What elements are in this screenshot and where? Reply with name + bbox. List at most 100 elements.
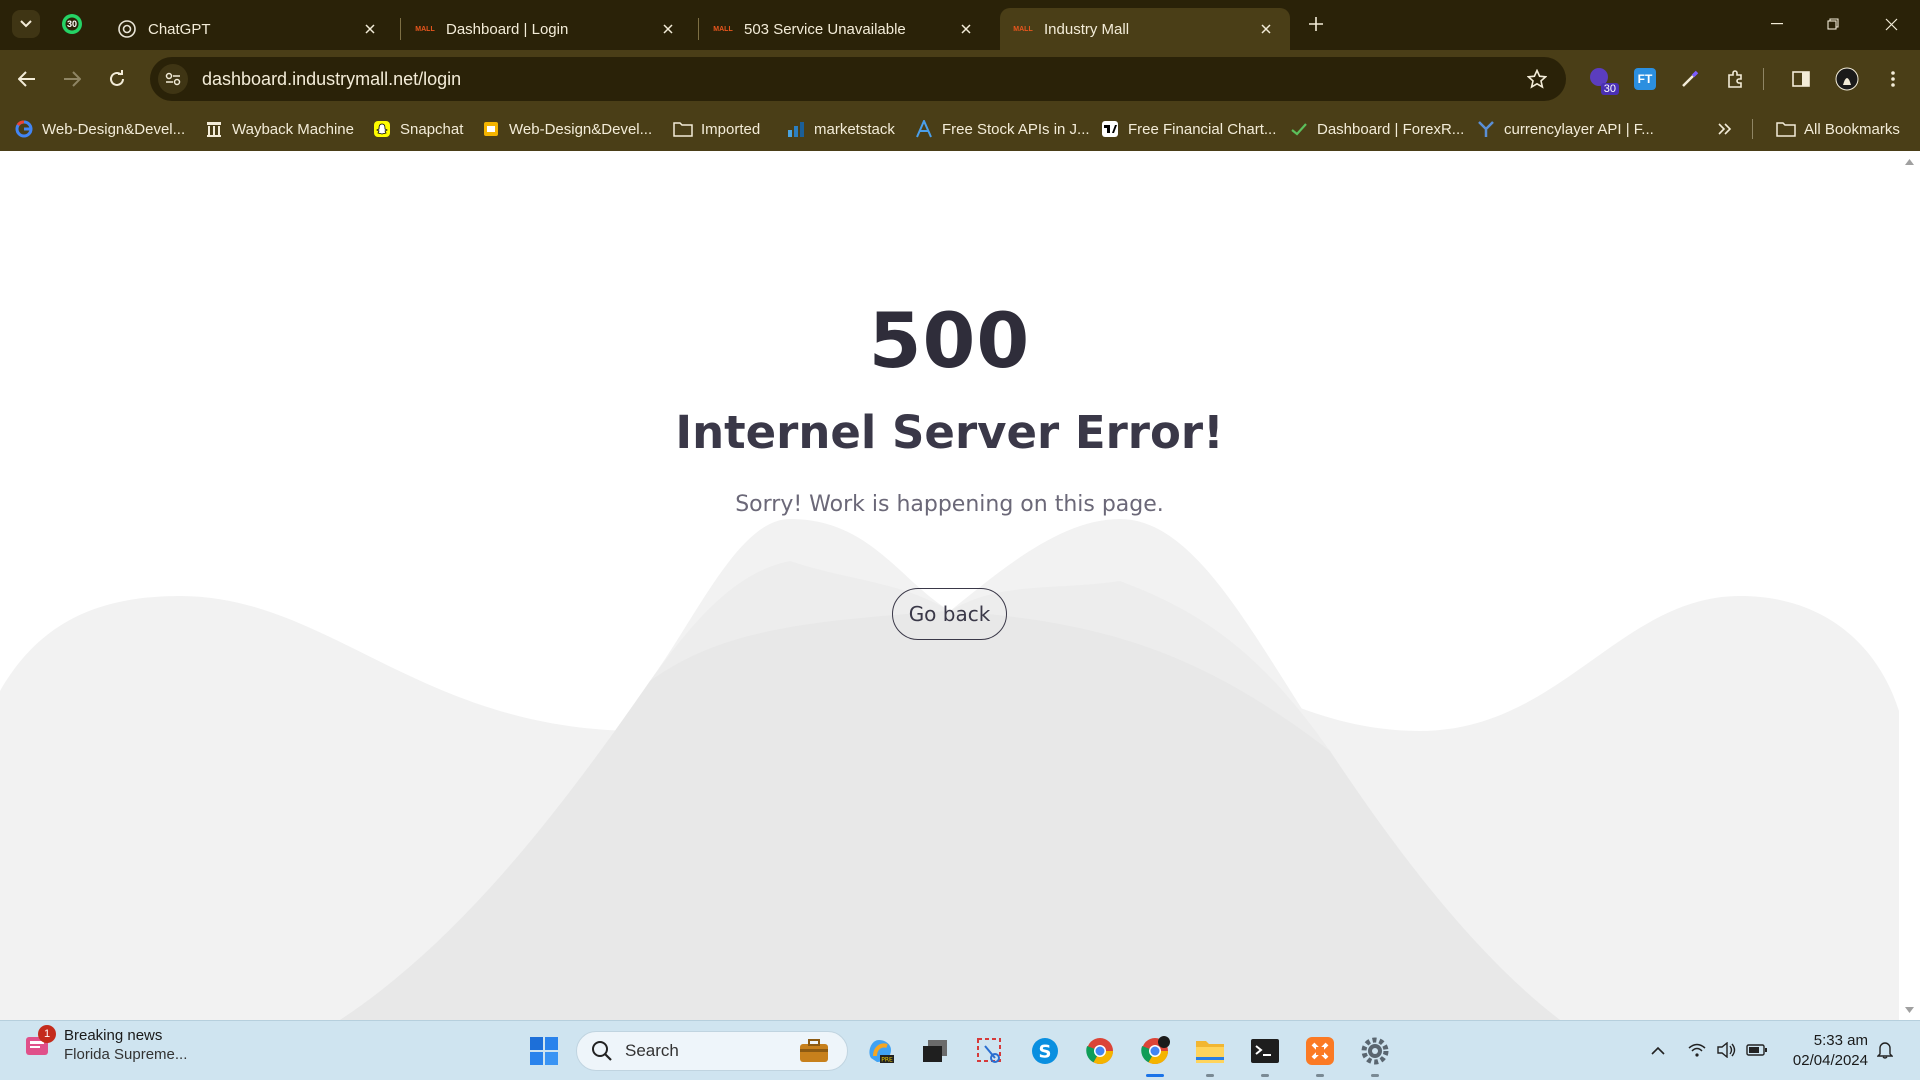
bookmark-item[interactable]: Dashboard | ForexR... xyxy=(1289,117,1464,141)
chrome-menu-button[interactable] xyxy=(1877,63,1909,95)
double-chevron-right-icon xyxy=(1718,123,1732,135)
pinned-tab-whatsapp[interactable]: 30 xyxy=(60,12,84,36)
bookmark-label: Wayback Machine xyxy=(232,120,354,138)
bell-icon xyxy=(1877,1042,1893,1059)
close-icon[interactable] xyxy=(360,19,380,39)
task-view-button[interactable] xyxy=(917,1033,953,1069)
battery-icon xyxy=(1746,1044,1767,1056)
time-text: 5:33 am xyxy=(1813,1032,1868,1049)
side-panel-button[interactable] xyxy=(1785,63,1817,95)
tab-title: Dashboard | Login xyxy=(446,20,569,38)
marketstack-icon xyxy=(786,119,806,139)
xampp-button[interactable] xyxy=(1302,1033,1338,1069)
bookmark-item[interactable]: Wayback Machine xyxy=(204,117,354,141)
news-icon: 1 xyxy=(22,1025,56,1061)
toolbar-divider xyxy=(1763,68,1764,90)
bookmark-item[interactable]: marketstack xyxy=(786,117,895,141)
url-text[interactable]: dashboard.industrymall.net/login xyxy=(202,69,1522,90)
tab-industry-mall[interactable]: MALL Industry Mall xyxy=(1000,8,1290,50)
bookmark-item[interactable]: Web-Design&Devel... xyxy=(14,117,185,141)
speaker-icon xyxy=(1717,1042,1736,1058)
chevron-down-icon xyxy=(20,20,32,28)
puzzle-icon xyxy=(1728,70,1742,88)
back-button[interactable] xyxy=(12,64,42,94)
go-back-button[interactable]: Go back xyxy=(892,588,1007,640)
svg-text:PRE: PRE xyxy=(881,1057,893,1064)
show-hidden-icons-button[interactable] xyxy=(1644,1035,1672,1065)
copilot-button[interactable]: PRE xyxy=(862,1033,898,1069)
toolbar: dashboard.industrymall.net/login 30 FT xyxy=(0,50,1920,107)
tab-title: Industry Mall xyxy=(1044,20,1130,38)
extensions-button[interactable] xyxy=(1720,63,1752,95)
snapchat-icon xyxy=(372,119,392,139)
all-bookmarks-button[interactable]: All Bookmarks xyxy=(1776,117,1900,141)
settings-button[interactable] xyxy=(1357,1033,1393,1069)
bookmark-label: Snapchat xyxy=(400,120,464,138)
bookmark-label: Imported xyxy=(701,120,761,138)
news-subtitle: Florida Supreme... xyxy=(64,1046,188,1063)
start-button[interactable] xyxy=(526,1033,562,1069)
notifications-button[interactable] xyxy=(1871,1035,1899,1065)
google-icon xyxy=(14,119,34,139)
scrollbar[interactable] xyxy=(1899,151,1920,1020)
tab-chatgpt[interactable]: ChatGPT xyxy=(104,8,394,50)
close-icon[interactable] xyxy=(658,19,678,39)
bookmark-item[interactable]: currencylayer API | F... xyxy=(1476,117,1654,141)
browser-window-frame: 30 ChatGPT MALL Dashboard | Login MALL 5… xyxy=(0,0,1920,151)
bookmark-label: Free Financial Chart... xyxy=(1128,120,1277,138)
ft-icon: FT xyxy=(1634,68,1656,90)
copilot-icon: PRE xyxy=(869,1040,894,1064)
arrow-left-icon xyxy=(18,71,35,87)
wayback-icon xyxy=(204,119,224,139)
volume-button[interactable] xyxy=(1713,1035,1741,1065)
tab-separator xyxy=(698,18,699,40)
site-info-button[interactable] xyxy=(158,64,188,94)
running-indicator xyxy=(1206,1074,1214,1077)
scroll-up-arrow-icon[interactable] xyxy=(1904,156,1915,167)
bookmark-item[interactable]: Imported xyxy=(673,117,760,141)
wifi-button[interactable] xyxy=(1683,1035,1711,1065)
background-waves xyxy=(0,519,1899,1020)
bookmark-label: Web-Design&Devel... xyxy=(42,120,186,138)
tab-dashboard-login[interactable]: MALL Dashboard | Login xyxy=(402,8,692,50)
extension-ft[interactable]: FT xyxy=(1629,63,1661,95)
bookmarks-overflow-button[interactable] xyxy=(1718,117,1732,141)
extension-purple[interactable]: 30 xyxy=(1585,63,1619,95)
eyedropper-icon xyxy=(1682,70,1699,87)
forward-button[interactable] xyxy=(57,64,87,94)
industry-mall-favicon: MALL xyxy=(1013,25,1033,33)
new-tab-button[interactable] xyxy=(1304,12,1328,36)
bookmark-star-button[interactable] xyxy=(1522,64,1552,94)
close-window-button[interactable] xyxy=(1868,6,1914,42)
snipping-tool-button[interactable] xyxy=(972,1033,1008,1069)
news-widget[interactable]: 1 Breaking news Florida Supreme... xyxy=(22,1025,188,1063)
restore-button[interactable] xyxy=(1810,6,1856,42)
taskbar-search[interactable]: Search xyxy=(576,1031,848,1071)
clock[interactable]: 5:33 am 02/04/2024 xyxy=(1782,1031,1868,1071)
skype-button[interactable]: S xyxy=(1027,1033,1063,1069)
bookmark-item[interactable]: Web-Design&Devel... xyxy=(481,117,652,141)
bookmark-item[interactable]: Free Financial Chart... xyxy=(1100,117,1276,141)
profile-button[interactable] xyxy=(1831,63,1863,95)
chrome-profile-button[interactable] xyxy=(1137,1033,1173,1069)
battery-button[interactable] xyxy=(1743,1035,1771,1065)
minimize-button[interactable] xyxy=(1754,6,1800,42)
chrome-button[interactable] xyxy=(1082,1033,1118,1069)
tab-503-service-unavailable[interactable]: MALL 503 Service Unavailable xyxy=(700,8,990,50)
extension-eyedropper[interactable] xyxy=(1674,63,1706,95)
tune-icon xyxy=(165,72,181,86)
terminal-button[interactable] xyxy=(1247,1033,1283,1069)
reload-button[interactable] xyxy=(102,64,132,94)
folder-icon xyxy=(673,119,693,139)
file-explorer-button[interactable] xyxy=(1192,1033,1228,1069)
scroll-down-arrow-icon[interactable] xyxy=(1904,1004,1915,1015)
page-content: 500 Internel Server Error! Sorry! Work i… xyxy=(0,151,1920,1020)
bookmark-item[interactable]: Snapchat xyxy=(372,117,463,141)
wifi-icon xyxy=(1688,1043,1706,1057)
address-bar[interactable]: dashboard.industrymall.net/login xyxy=(150,57,1566,101)
close-icon[interactable] xyxy=(1256,19,1276,39)
tab-search-button[interactable] xyxy=(12,10,40,38)
bookmark-label: Free Stock APIs in J... xyxy=(942,120,1090,138)
bookmark-item[interactable]: Free Stock APIs in J... xyxy=(914,117,1090,141)
close-icon[interactable] xyxy=(956,19,976,39)
